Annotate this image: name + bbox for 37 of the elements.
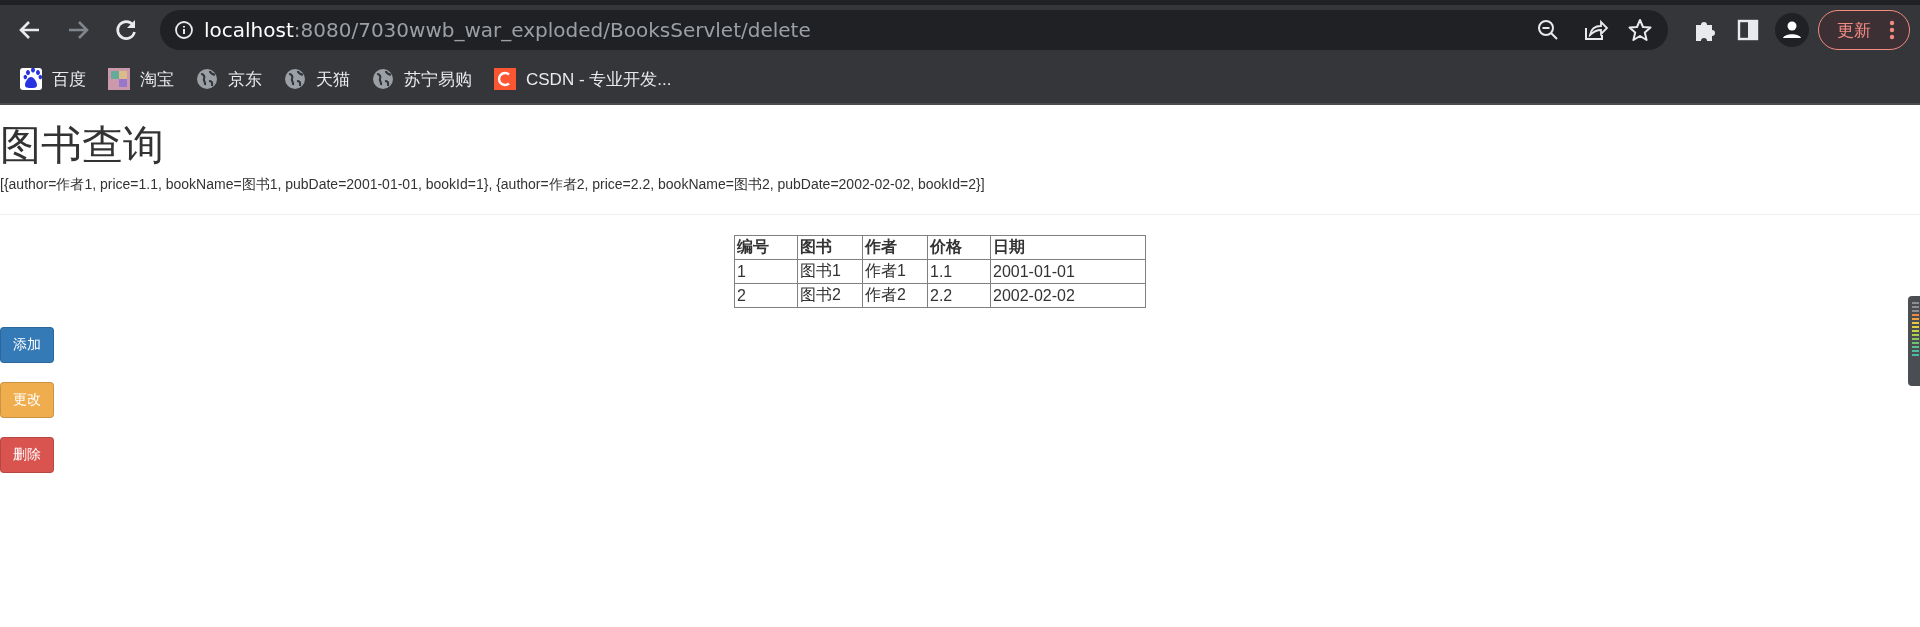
- table-cell: 1.1: [927, 259, 991, 284]
- more-icon[interactable]: [1889, 20, 1895, 40]
- table-cell: 1: [734, 259, 798, 284]
- info-icon[interactable]: [174, 20, 194, 40]
- c-logo-icon: [494, 68, 516, 90]
- table-cell: 2002-02-02: [990, 283, 1146, 308]
- address-bar[interactable]: localhost:8080/7030wwb_war_exploded/BooksServlet/delete: [160, 10, 1668, 50]
- column-header: 日期: [990, 235, 1146, 260]
- bookmark-link[interactable]: CSDN - 专业开发...: [526, 67, 672, 91]
- update-button[interactable]: 更新: [1818, 10, 1910, 50]
- table-cell: 图书1: [797, 259, 863, 284]
- column-header: 价格: [927, 235, 991, 260]
- bookmark-link[interactable]: 百度: [52, 67, 86, 91]
- profile-avatar-icon[interactable]: [1774, 12, 1810, 48]
- table-cell: 图书2: [797, 283, 863, 308]
- data-text: [{author=作者1, price=1.1, bookName=图书1, pubDate=2001-01-01, bookId=1}, {author=作者2, price=2.2, bookName=图书2, pubDate=2002-02-02, bookId=2}]: [0, 176, 986, 195]
- bookmark-link[interactable]: 京东: [228, 67, 262, 91]
- table-cell: 作者2: [862, 283, 928, 308]
- paw-icon: [20, 68, 42, 90]
- action-button[interactable]: 添加: [0, 327, 54, 364]
- column-header: 图书: [797, 235, 863, 260]
- column-header: 编号: [734, 235, 798, 260]
- bookmark-link[interactable]: 淘宝: [140, 67, 174, 91]
- url-text[interactable]: localhost:8080/7030wwb_war_exploded/BooksServlet/delete: [204, 18, 1520, 42]
- globe-icon: [372, 68, 394, 90]
- bookmark-link[interactable]: 苏宁易购: [404, 67, 472, 91]
- globe-icon: [284, 68, 306, 90]
- column-header: 作者: [862, 235, 928, 260]
- bookmark-link[interactable]: 天猫: [316, 67, 350, 91]
- table-cell: 2001-01-01: [990, 259, 1146, 284]
- page-heading: 图书查询: [0, 123, 165, 169]
- globe-icon: [196, 68, 218, 90]
- pattern-icon: [108, 68, 130, 90]
- table-cell: 2: [734, 283, 798, 308]
- action-button[interactable]: 删除: [0, 437, 54, 474]
- table-cell: 作者1: [862, 259, 928, 284]
- table-cell: 2.2: [927, 283, 991, 308]
